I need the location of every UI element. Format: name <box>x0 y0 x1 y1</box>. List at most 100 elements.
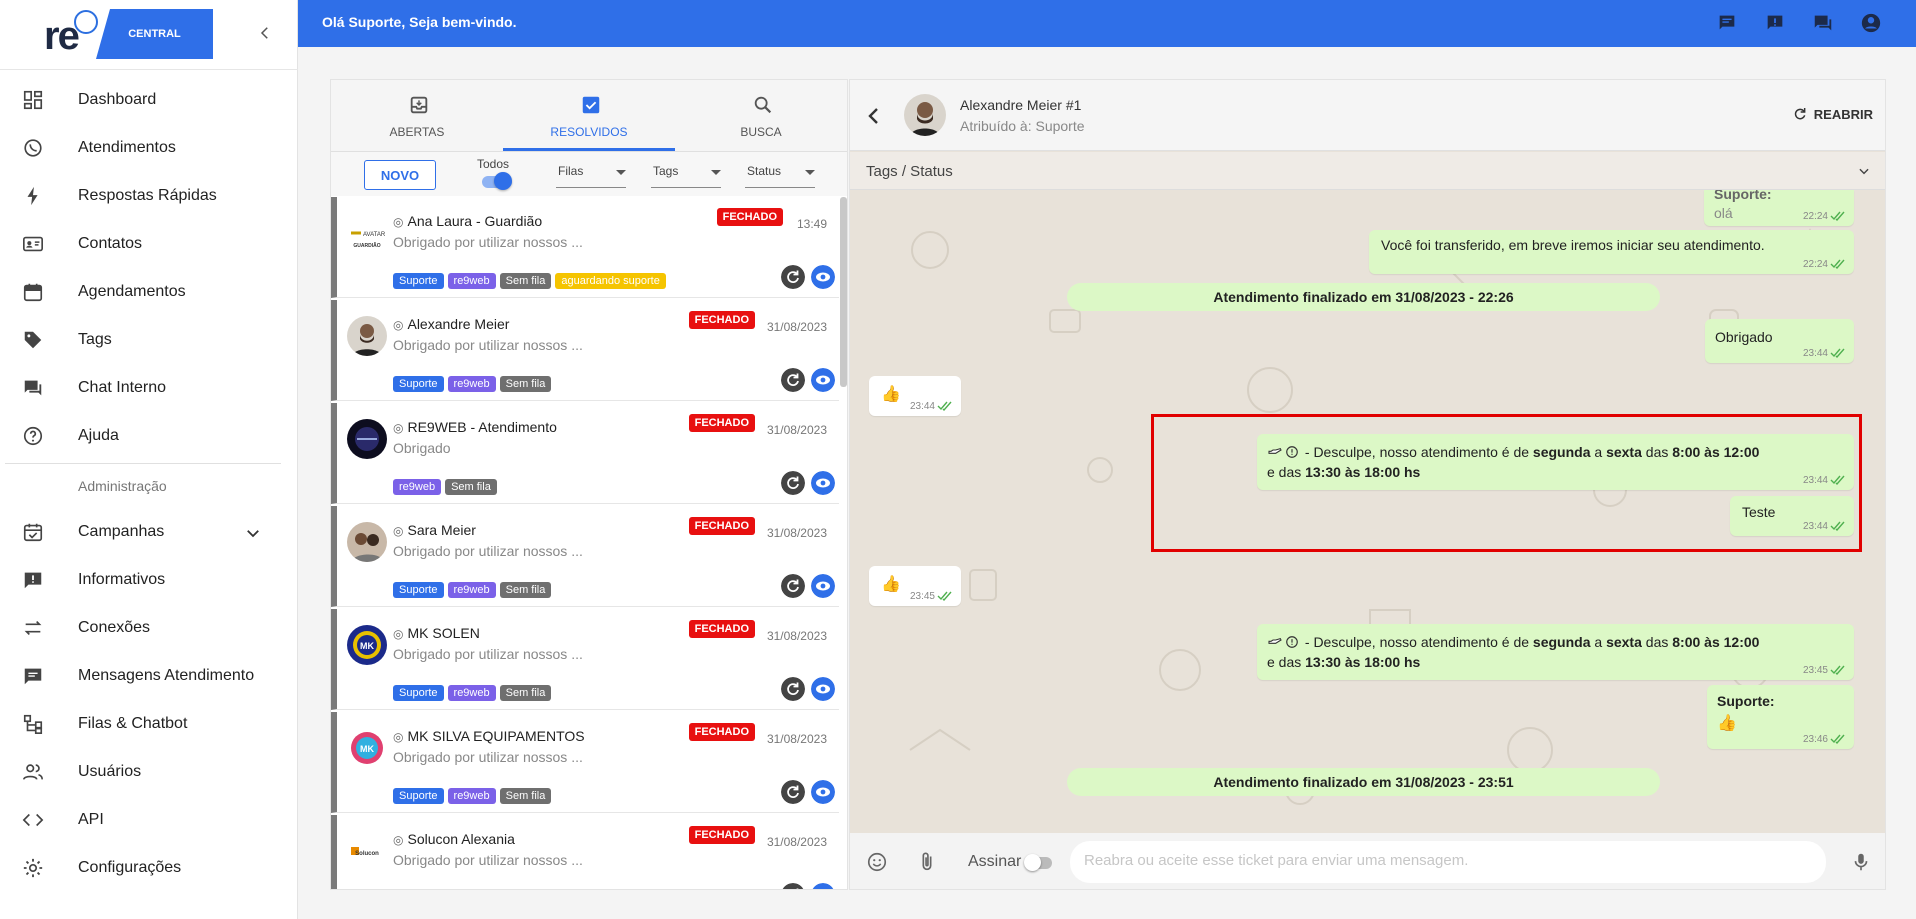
tags-status-bar[interactable]: Tags / Status <box>850 152 1885 190</box>
sidebar-item-atendimentos[interactable]: Atendimentos <box>0 126 298 170</box>
tab-abertas[interactable]: ABERTAS <box>331 80 503 152</box>
sidebar-item-campanhas[interactable]: Campanhas <box>0 510 298 554</box>
view-eye-icon[interactable] <box>811 780 835 804</box>
todos-label: Todos <box>477 157 510 171</box>
chevron-left-icon[interactable] <box>256 24 274 42</box>
sidebar-item-dashboard[interactable]: Dashboard <box>0 78 298 122</box>
message-input[interactable] <box>1070 841 1826 883</box>
inbox-icon <box>410 96 428 114</box>
tag-badge: Suporte <box>393 582 444 598</box>
tab-resolvidos[interactable]: RESOLVIDOS <box>503 80 675 152</box>
ticket-item[interactable]: ◎ Sara Meier Obrigado por utilizar nossos… <box>331 506 839 607</box>
view-eye-icon[interactable] <box>811 677 835 701</box>
top-bar: Olá Suporte, Seja bem-vindo. <box>298 0 1916 47</box>
ticket-avatar <box>347 522 387 562</box>
ticket-item[interactable]: AVATAR GUARDIÃO ◎ Ana Laura - Guardião Obr… <box>331 197 839 298</box>
message-text: a <box>1590 634 1607 650</box>
back-arrow-icon[interactable] <box>862 104 886 128</box>
ticket-item[interactable]: MK ◎ MK SILVA EQUIPAMENTOS Obrigado por u… <box>331 712 839 813</box>
sign-toggle-knob[interactable] <box>1024 854 1041 871</box>
sidebar-item-configuracoes[interactable]: Configurações <box>0 846 298 890</box>
reopen-button[interactable]: REABRIR <box>1792 106 1873 122</box>
emoji-icon[interactable] <box>866 851 888 873</box>
alert-icon[interactable] <box>1764 12 1786 34</box>
tag-badge: re9web <box>447 582 496 598</box>
whatsapp-icon: ◎ <box>393 730 404 744</box>
chat-icon[interactable] <box>1716 12 1738 34</box>
tag-badge: Suporte <box>393 788 444 804</box>
forum-icon[interactable] <box>1812 12 1834 34</box>
sidebar-item-tags[interactable]: Tags <box>0 318 298 362</box>
tag-badge: Sem fila <box>445 479 497 495</box>
message-bubble-out: Você foi transferido, em breve iremos in… <box>1369 230 1854 274</box>
sidebar-item-ajuda[interactable]: Ajuda <box>0 414 298 458</box>
system-message: Atendimento finalizado em 31/08/2023 - 2… <box>1067 283 1660 311</box>
view-eye-icon[interactable] <box>811 574 835 598</box>
ticket-contact-name: ◎ Sara Meier <box>393 522 476 538</box>
tag-badge: Sem fila <box>499 273 552 289</box>
reopen-ticket-icon[interactable] <box>781 574 805 598</box>
ticket-list-scrollbar[interactable] <box>840 197 847 387</box>
sidebar-item-contatos[interactable]: Contatos <box>0 222 298 266</box>
reopen-ticket-icon[interactable] <box>781 677 805 701</box>
ticket-item[interactable]: Solucon ◎ Solucon Alexania Obrigado por u… <box>331 815 839 890</box>
ticket-item[interactable]: ◎ Alexandre Meier Obrigado por utilizar n… <box>331 300 839 401</box>
reopen-ticket-icon[interactable] <box>781 471 805 495</box>
filter-status[interactable]: Status <box>745 160 815 188</box>
thumbs-up-emoji: 👍 <box>881 386 901 403</box>
message-time: 23:45 <box>1802 665 1828 676</box>
message-bubble-out: Suporte: 👍 23:46 <box>1707 685 1854 749</box>
sidebar-item-label: Mensagens Atendimento <box>78 667 255 684</box>
view-eye-icon[interactable] <box>811 471 835 495</box>
sidebar-item-chat-interno[interactable]: Chat Interno <box>0 366 298 410</box>
filter-tags[interactable]: Tags <box>651 160 721 188</box>
filter-filas[interactable]: Filas <box>556 160 626 188</box>
sidebar-divider <box>5 463 281 464</box>
ticket-item[interactable]: ◎ RE9WEB - Atendimento Obrigado FECHADO 3… <box>331 403 839 504</box>
view-eye-icon[interactable] <box>811 883 835 890</box>
chevron-down-icon[interactable] <box>244 524 262 542</box>
ticket-time: 31/08/2023 <box>766 423 827 437</box>
paperclip-icon[interactable] <box>916 851 938 873</box>
ticket-time: 31/08/2023 <box>766 835 827 849</box>
sidebar-item-label: Dashboard <box>78 91 157 108</box>
contact-avatar[interactable] <box>904 94 946 136</box>
sidebar-item-respostas-rapidas[interactable]: Respostas Rápidas <box>0 174 298 218</box>
view-eye-icon[interactable] <box>811 368 835 392</box>
ticket-item[interactable]: MK ◎ MK SOLEN Obrigado por utilizar nosso… <box>331 609 839 710</box>
sidebar-item-mensagens-atendimento[interactable]: Mensagens Atendimento <box>0 654 298 698</box>
message-bubble-out: Obrigado 23:44 <box>1705 319 1854 363</box>
message-time: 22:24 <box>1802 259 1828 270</box>
account-icon[interactable] <box>1860 12 1882 34</box>
sidebar-item-usuarios[interactable]: Usuários <box>0 750 298 794</box>
reopen-ticket-icon[interactable] <box>781 368 805 392</box>
view-eye-icon[interactable] <box>811 265 835 289</box>
sidebar-item-label: Campanhas <box>78 523 165 540</box>
reopen-ticket-icon[interactable] <box>781 265 805 289</box>
sidebar-item-label: Tags <box>78 331 112 348</box>
sidebar-item-agendamentos[interactable]: Agendamentos <box>0 270 298 314</box>
ticket-contact-name: ◎ MK SOLEN <box>393 625 480 641</box>
sidebar-item-label: Informativos <box>78 571 166 588</box>
message-author: Suporte: <box>1717 693 1775 709</box>
new-ticket-button[interactable]: NOVO <box>364 160 436 190</box>
tab-label: ABERTAS <box>389 125 445 139</box>
ticket-tags: Suporte re9web Sem fila aguardando suporte <box>393 273 666 289</box>
message-input-field[interactable] <box>1084 852 1804 869</box>
sidebar-item-filas-chatbot[interactable]: Filas & Chatbot <box>0 702 298 746</box>
sidebar-item-informativos[interactable]: Informativos <box>0 558 298 602</box>
reopen-label: REABRIR <box>1813 106 1873 122</box>
reopen-ticket-icon[interactable] <box>781 883 805 890</box>
sidebar-item-conexoes[interactable]: Conexões <box>0 606 298 650</box>
chevron-down-icon[interactable] <box>1857 164 1871 178</box>
ticket-avatar: MK <box>347 728 387 768</box>
message-bubble-in: 👍 23:44 <box>869 376 961 416</box>
microphone-icon[interactable] <box>1850 851 1872 873</box>
tab-busca[interactable]: BUSCA <box>675 80 847 152</box>
avatar-text: Solucon <box>355 851 379 857</box>
message-time: 22:24 <box>1802 211 1828 222</box>
reopen-ticket-icon[interactable] <box>781 780 805 804</box>
sidebar-item-api[interactable]: API <box>0 798 298 842</box>
refresh-icon <box>1794 108 1806 120</box>
todos-toggle-knob[interactable] <box>494 172 512 190</box>
